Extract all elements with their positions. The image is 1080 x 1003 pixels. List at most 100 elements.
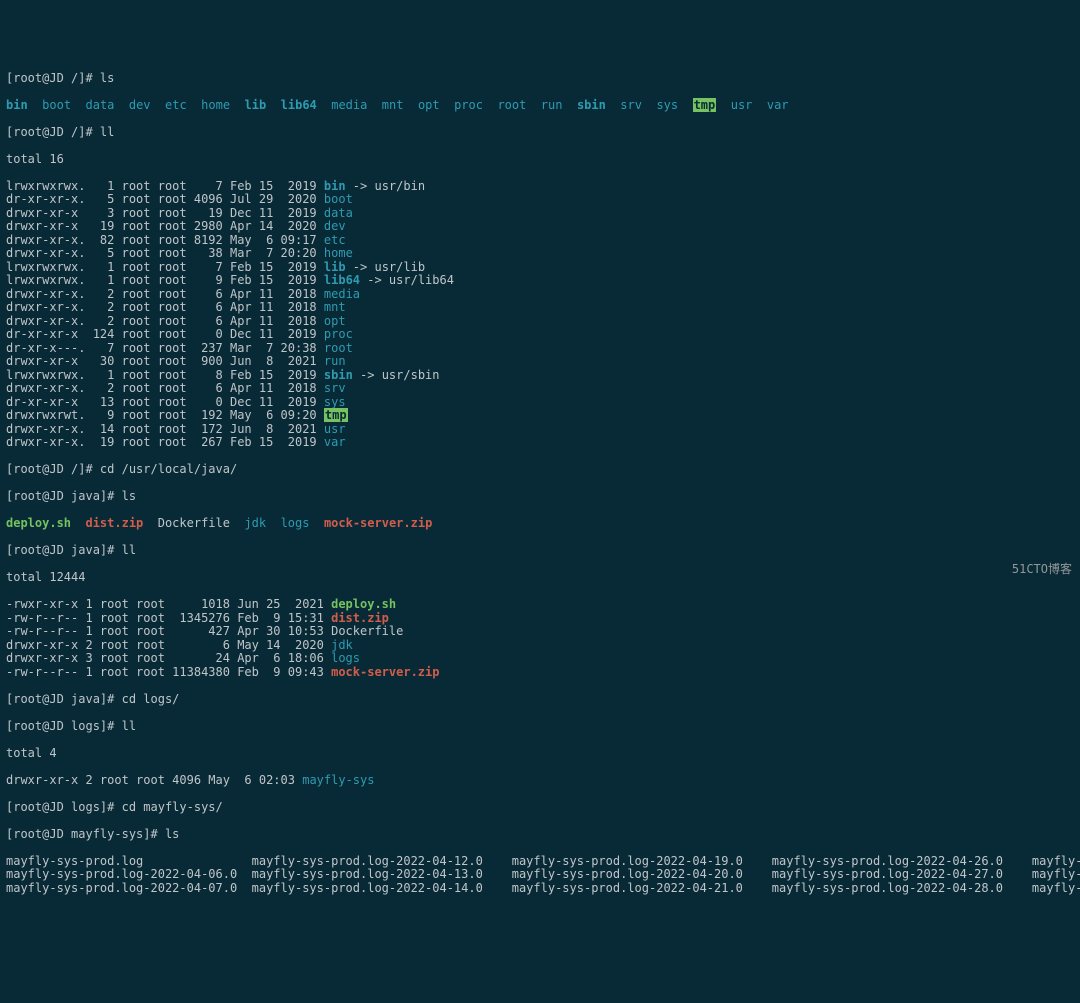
- file-entry: Dockerfile: [331, 624, 403, 638]
- prompt: [root@JD /]#: [6, 125, 100, 139]
- command: ls: [122, 489, 136, 503]
- ll-row: drwxr-xr-x. 2 root root 6 Apr 11 2018 mn…: [6, 301, 1074, 315]
- file-entry: Dockerfile: [158, 516, 230, 530]
- ll-row: drwxrwxrwt. 9 root root 192 May 6 09:20 …: [6, 409, 1074, 423]
- ll-row: drwxr-xr-x. 19 root root 267 Feb 15 2019…: [6, 436, 1074, 450]
- file-entry: media: [324, 287, 360, 301]
- file-entry: deploy.sh: [6, 516, 71, 530]
- ll-row: drwxr-xr-x. 14 root root 172 Jun 8 2021 …: [6, 423, 1074, 437]
- file-entry: tmp: [693, 98, 717, 112]
- prompt: [root@JD logs]#: [6, 800, 122, 814]
- prompt-line: [root@JD logs]# cd mayfly-sys/: [6, 801, 1074, 815]
- ls-output: deploy.sh dist.zip Dockerfile jdk logs m…: [6, 517, 1074, 531]
- prompt-line: [root@JD /]# cd /usr/local/java/: [6, 463, 1074, 477]
- command: cd logs/: [122, 692, 180, 706]
- file-entry: bin: [324, 179, 346, 193]
- ll-row: drwxr-xr-x. 2 root root 6 Apr 11 2018 op…: [6, 315, 1074, 329]
- file-entry: run: [324, 354, 346, 368]
- ls-row: mayfly-sys-prod.log-2022-04-07.0 mayfly-…: [6, 882, 1074, 896]
- ls-row: mayfly-sys-prod.log mayfly-sys-prod.log-…: [6, 855, 1074, 869]
- file-entry: opt: [418, 98, 440, 112]
- ll-row: dr-xr-xr-x 124 root root 0 Dec 11 2019 p…: [6, 328, 1074, 342]
- command: ll: [100, 125, 114, 139]
- file-entry: proc: [454, 98, 483, 112]
- prompt-line: [root@JD java]# ls: [6, 490, 1074, 504]
- prompt: [root@JD /]#: [6, 462, 100, 476]
- file-entry: sys: [656, 98, 678, 112]
- prompt-line: [root@JD java]# cd logs/: [6, 693, 1074, 707]
- ll-row: drwxr-xr-x 2 root root 6 May 14 2020 jdk: [6, 639, 1074, 653]
- file-entry: etc: [324, 233, 346, 247]
- ll-output: drwxr-xr-x 2 root root 4096 May 6 02:03 …: [6, 774, 1074, 788]
- file-entry: var: [324, 435, 346, 449]
- file-entry: proc: [324, 327, 353, 341]
- command: ls: [165, 827, 179, 841]
- file-entry: dist.zip: [85, 516, 143, 530]
- file-entry: usr: [731, 98, 753, 112]
- file-entry: sys: [324, 395, 346, 409]
- command: cd mayfly-sys/: [122, 800, 223, 814]
- prompt: [root@JD logs]#: [6, 719, 122, 733]
- file-entry: sbin: [577, 98, 606, 112]
- file-entry: bin: [6, 98, 28, 112]
- command: ll: [122, 543, 136, 557]
- prompt-line: [root@JD java]# ll: [6, 544, 1074, 558]
- file-entry: run: [541, 98, 563, 112]
- file-entry: tmp: [324, 408, 348, 422]
- terminal-output[interactable]: [root@JD /]# ls bin boot data dev etc ho…: [6, 58, 1074, 909]
- file-entry: jdk: [244, 516, 266, 530]
- prompt: [root@JD mayfly-sys]#: [6, 827, 165, 841]
- ll-row: drwxr-xr-x. 5 root root 38 Mar 7 20:20 h…: [6, 247, 1074, 261]
- file-entry: dist.zip: [331, 611, 389, 625]
- file-entry: dev: [129, 98, 151, 112]
- ll-row: drwxr-xr-x 2 root root 4096 May 6 02:03 …: [6, 774, 1074, 788]
- ll-row: drwxr-xr-x 3 root root 19 Dec 11 2019 da…: [6, 207, 1074, 221]
- ll-row: lrwxrwxrwx. 1 root root 8 Feb 15 2019 sb…: [6, 369, 1074, 383]
- ll-row: drwxr-xr-x. 2 root root 6 Apr 11 2018 me…: [6, 288, 1074, 302]
- file-entry: sbin: [324, 368, 353, 382]
- ll-total: total 4: [6, 747, 1074, 761]
- file-entry: lib: [324, 260, 346, 274]
- ll-row: -rwxr-xr-x 1 root root 1018 Jun 25 2021 …: [6, 598, 1074, 612]
- ll-total: total 12444: [6, 571, 1074, 585]
- file-entry: lib64: [281, 98, 317, 112]
- file-entry: usr: [324, 422, 346, 436]
- ll-row: -rw-r--r-- 1 root root 11384380 Feb 9 09…: [6, 666, 1074, 680]
- file-entry: boot: [324, 192, 353, 206]
- command: ls: [100, 71, 114, 85]
- command: cd /usr/local/java/: [100, 462, 237, 476]
- file-entry: dev: [324, 219, 346, 233]
- file-entry: home: [324, 246, 353, 260]
- command: ll: [122, 719, 136, 733]
- file-entry: etc: [165, 98, 187, 112]
- ll-row: lrwxrwxrwx. 1 root root 7 Feb 15 2019 bi…: [6, 180, 1074, 194]
- prompt: [root@JD /]#: [6, 71, 100, 85]
- ll-total: total 16: [6, 153, 1074, 167]
- ll-row: drwxr-xr-x 19 root root 2980 Apr 14 2020…: [6, 220, 1074, 234]
- file-entry: srv: [324, 381, 346, 395]
- ls-output: bin boot data dev etc home lib lib64 med…: [6, 99, 1074, 113]
- file-entry: root: [324, 341, 353, 355]
- file-entry: jdk: [331, 638, 353, 652]
- file-entry: mayfly-sys: [302, 773, 374, 787]
- ls-output: mayfly-sys-prod.log mayfly-sys-prod.log-…: [6, 855, 1074, 896]
- file-entry: root: [497, 98, 526, 112]
- file-entry: deploy.sh: [331, 597, 396, 611]
- file-entry: boot: [42, 98, 71, 112]
- file-entry: mock-server.zip: [331, 665, 439, 679]
- prompt: [root@JD java]#: [6, 489, 122, 503]
- file-entry: data: [86, 98, 115, 112]
- ll-row: -rw-r--r-- 1 root root 427 Apr 30 10:53 …: [6, 625, 1074, 639]
- ll-row: lrwxrwxrwx. 1 root root 7 Feb 15 2019 li…: [6, 261, 1074, 275]
- ll-row: dr-xr-x---. 7 root root 237 Mar 7 20:38 …: [6, 342, 1074, 356]
- file-entry: home: [201, 98, 230, 112]
- file-entry: mnt: [382, 98, 404, 112]
- ll-output: -rwxr-xr-x 1 root root 1018 Jun 25 2021 …: [6, 598, 1074, 679]
- ll-row: -rw-r--r-- 1 root root 1345276 Feb 9 15:…: [6, 612, 1074, 626]
- prompt-line: [root@JD logs]# ll: [6, 720, 1074, 734]
- file-entry: lib: [245, 98, 267, 112]
- file-entry: media: [331, 98, 367, 112]
- file-entry: mock-server.zip: [324, 516, 432, 530]
- file-entry: data: [324, 206, 353, 220]
- prompt: [root@JD java]#: [6, 543, 122, 557]
